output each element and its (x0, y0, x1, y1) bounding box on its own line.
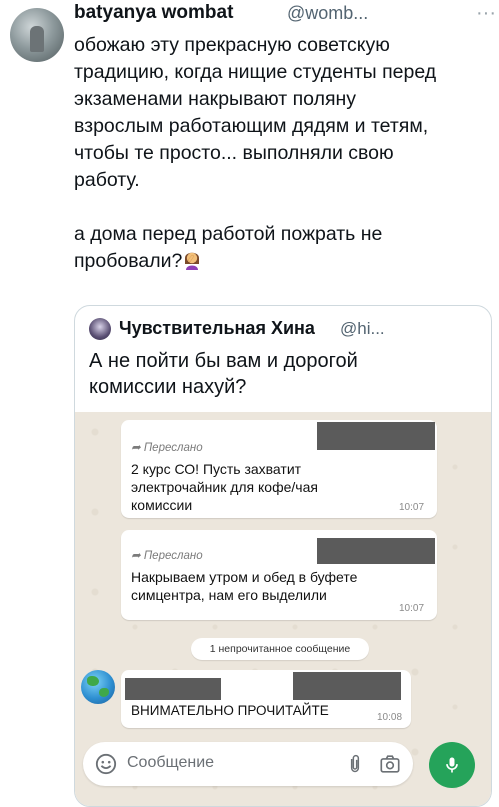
message-time: 10:07 (399, 603, 425, 614)
microphone-button[interactable] (429, 742, 475, 788)
forwarded-label: ➦ Переслано (131, 550, 203, 562)
chat-screenshot-image[interactable]: ➦ Переслано 2 курс СО! Пусть захватит эл… (75, 412, 491, 806)
microphone-icon (446, 757, 458, 773)
quoted-author-name: Чувствительная Хина (119, 318, 315, 338)
ellipsis-icon[interactable]: ··· (476, 2, 496, 25)
quoted-tweet-text: А не пойти бы вам и дорогой комиссии нах… (89, 350, 358, 398)
forward-arrow-icon: ➦ (131, 550, 144, 562)
tweet-text: обожаю эту прекрасную советскую традицию… (74, 32, 494, 275)
message-time: 10:08 (377, 712, 403, 723)
quoted-author-handle: @hi... (340, 319, 385, 338)
chat-message-text: 2 курс СО! Пусть захватит электрочайник … (131, 461, 318, 513)
message-input-placeholder[interactable]: Сообщение (127, 754, 214, 772)
chat-message-bubble: ВНИМАТЕЛЬНО ПРОЧИТАЙТЕ 10:08 (121, 670, 411, 728)
emoji-icon[interactable] (95, 753, 117, 775)
forward-arrow-icon: ➦ (131, 442, 144, 454)
message-time: 10:07 (399, 502, 425, 513)
chat-message-bubble: ➦ Переслано Накрываем утром и обед в буф… (121, 530, 437, 620)
chat-message-text: ВНИМАТЕЛЬНО ПРОЧИТАЙТЕ (131, 703, 329, 718)
author-avatar[interactable] (10, 8, 64, 62)
redacted-block (125, 678, 221, 700)
forwarded-label: ➦ Переслано (131, 442, 203, 454)
camera-icon[interactable] (379, 753, 401, 775)
globe-icon (81, 670, 115, 704)
woman-facepalming-emoji (185, 252, 200, 270)
quoted-author-avatar (89, 318, 111, 340)
unread-messages-divider: 1 непрочитанное сообщение (191, 638, 369, 660)
chat-message-text: Накрываем утром и обед в буфете симцентр… (131, 569, 358, 603)
redacted-block (293, 672, 401, 700)
paperclip-icon[interactable] (345, 753, 365, 775)
author-name[interactable]: batyanya wombat (74, 2, 233, 24)
redacted-block (317, 538, 435, 564)
quoted-tweet-card[interactable]: Чувствительная Хина @hi... А не пойти бы… (74, 305, 492, 807)
chat-message-bubble: ➦ Переслано 2 курс СО! Пусть захватит эл… (121, 420, 437, 518)
author-handle[interactable]: @womb... (287, 3, 368, 24)
redacted-block (317, 422, 435, 450)
tweet-body: обожаю эту прекрасную советскую традицию… (74, 34, 437, 272)
message-input-bar[interactable]: Сообщение (83, 742, 413, 786)
